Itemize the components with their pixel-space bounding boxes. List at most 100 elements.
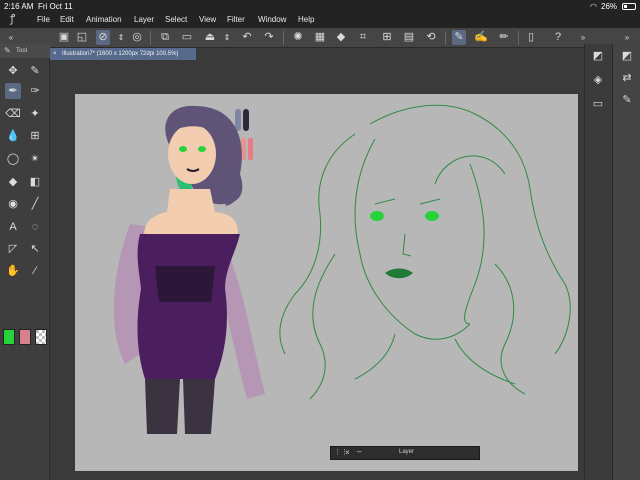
minimize-icon[interactable]: – (357, 447, 361, 456)
top-bar: 2:16 AM Fri Oct 11 ◠ 26% ꝭ File Edit Ani… (0, 0, 640, 28)
chevron-updown-icon[interactable]: ⇕ (220, 30, 234, 45)
right-panel: ◩ ⇄ ✎ (612, 44, 640, 480)
pen-icon[interactable]: ✎ (27, 63, 43, 79)
canvas-icon[interactable]: ▤ (402, 30, 416, 45)
figure-icon[interactable]: ◉ (5, 196, 21, 212)
blend-icon[interactable]: 💧 (5, 128, 21, 144)
close-tab-icon[interactable]: × (53, 48, 57, 60)
separator (445, 31, 446, 45)
canvas-swatch-blue (235, 109, 241, 131)
camera-icon[interactable]: ◩ (590, 48, 606, 64)
sketch-lips (385, 268, 413, 279)
redo-icon[interactable]: ↷ (262, 30, 276, 45)
separator (283, 31, 284, 45)
menu-edit[interactable]: Edit (60, 15, 74, 24)
target-icon[interactable]: ◎ (130, 30, 144, 45)
separator (518, 31, 519, 45)
lasso-icon[interactable]: ◯ (5, 151, 21, 167)
collapse-left-icon[interactable]: « (4, 30, 18, 45)
layer-palette-title: Layer (399, 449, 415, 455)
chevron-updown-icon[interactable]: ⇕ (114, 30, 128, 45)
main-color-swatch[interactable] (3, 329, 15, 345)
panel-icon[interactable]: ▭ (590, 96, 606, 112)
crop-icon[interactable]: ⌗ (356, 30, 370, 45)
tool-palette-title: Tool (16, 48, 28, 54)
undo-icon[interactable]: ↶ (240, 30, 254, 45)
clear-icon[interactable]: ▦ (313, 30, 327, 45)
correct-line-icon[interactable]: ↖ (27, 241, 43, 257)
close-icon[interactable]: × (345, 448, 350, 457)
app-logo-icon[interactable]: ꝭ (10, 13, 24, 25)
grid-icon[interactable]: ⊞ (27, 128, 43, 144)
fill-icon[interactable]: ◆ (334, 30, 348, 45)
line-icon[interactable]: ╱ (27, 196, 43, 212)
menu-view[interactable]: View (199, 15, 216, 24)
gradient-icon[interactable]: ◧ (27, 174, 43, 190)
loading-icon[interactable]: ✺ (291, 30, 305, 45)
text-icon[interactable]: A (5, 219, 21, 235)
tool-palette: ✎ Tool ✥ ✎ ✒ ✑ ⌫ ✦ 💧 ⊞ ◯ ✴ ◆ ◧ ◉ ╱ A ◌ ◸… (0, 44, 50, 480)
smartphone-icon[interactable]: ▯ (524, 30, 538, 45)
eyedropper-icon[interactable]: ⁄ (27, 263, 43, 279)
status-date: Fri Oct 11 (38, 2, 73, 11)
separator (150, 31, 151, 45)
status-time: 2:16 AM (4, 2, 34, 11)
eraser-icon[interactable]: ⌫ (5, 106, 21, 122)
balloon-icon[interactable]: ◌ (27, 219, 43, 235)
pencil-icon[interactable]: ✏ (497, 30, 511, 45)
artwork (113, 104, 571, 434)
transparent-color-swatch[interactable] (35, 329, 47, 345)
document-tab-bar: × Illustration7* (1600 x 1200px 72dpi 10… (50, 48, 584, 60)
lasso-select-icon[interactable]: ⊘ (96, 30, 110, 45)
select-icon[interactable]: ◱ (75, 30, 89, 45)
document-tab-label: Illustration7* (1600 x 1200px 72dpi 100.… (62, 51, 179, 57)
sub-color-swatch[interactable] (19, 329, 31, 345)
flip-icon[interactable]: ⏏ (203, 30, 217, 45)
new-canvas-icon[interactable]: ▣ (57, 30, 71, 45)
sketch-eye-left (370, 211, 384, 221)
expand-panel-icon[interactable]: » (620, 30, 634, 45)
eyedropper-icon[interactable]: ✒ (5, 83, 21, 99)
export-icon[interactable]: ⇄ (619, 70, 635, 86)
document-tab[interactable]: × Illustration7* (1600 x 1200px 72dpi 10… (50, 48, 196, 60)
menu-select[interactable]: Select (165, 15, 187, 24)
wand-icon[interactable]: ✴ (27, 151, 43, 167)
workspace[interactable] (50, 60, 584, 480)
battery-icon (622, 3, 636, 10)
status-battery: 26% (601, 2, 618, 11)
frame-icon[interactable]: ◸ (5, 241, 21, 257)
pen-icon[interactable]: ✎ (452, 30, 466, 45)
menu-filter[interactable]: Filter (227, 15, 245, 24)
transform-icon[interactable]: ⧉ (158, 30, 172, 45)
sketch-eye-right (425, 211, 439, 221)
app-window: 2:16 AM Fri Oct 11 ◠ 26% ꝭ File Edit Ani… (0, 0, 640, 480)
save-icon[interactable]: ▭ (180, 30, 194, 45)
help-icon[interactable]: ? (551, 30, 565, 45)
fill-icon[interactable]: ◆ (5, 174, 21, 190)
hand-icon[interactable]: ✋ (5, 263, 21, 279)
grid-icon[interactable]: ⊞ (380, 30, 394, 45)
menu-help[interactable]: Help (298, 15, 314, 24)
command-bar: « ▣ ◱ ⊘ ⇕ ◎ ⧉ ▭ ⏏ ⇕ ↶ ↷ ✺ ▦ ◆ ⌗ ⊞ ▤ ⟲ ✎ … (0, 28, 640, 48)
tool-palette-header: ✎ Tool (0, 44, 50, 58)
layers-icon[interactable]: ◈ (590, 72, 606, 88)
layer-palette[interactable]: ⋮⋮ × – Layer (330, 446, 480, 460)
brush-icon[interactable]: ✍ (474, 30, 488, 45)
collapse-right-icon[interactable]: » (576, 30, 590, 45)
wifi-icon: ◠ (590, 2, 597, 11)
menu-window[interactable]: Window (258, 15, 286, 24)
sketch-figure (279, 104, 571, 400)
brush-settings-icon[interactable]: ✎ (619, 92, 635, 108)
canvas-swatch-pink (248, 138, 253, 160)
menu-animation[interactable]: Animation (86, 15, 122, 24)
drawing-canvas[interactable] (75, 94, 578, 471)
move-icon[interactable]: ✥ (5, 63, 21, 79)
menu-layer[interactable]: Layer (134, 15, 154, 24)
rotate-icon[interactable]: ⟲ (424, 30, 438, 45)
marker-icon[interactable]: ✑ (27, 83, 43, 99)
camera-icon[interactable]: ◩ (619, 48, 635, 64)
pen-icon: ✎ (4, 46, 11, 55)
sparkle-icon[interactable]: ✦ (27, 106, 43, 122)
canvas-swatch-dark (243, 109, 249, 131)
menu-file[interactable]: File (37, 15, 50, 24)
